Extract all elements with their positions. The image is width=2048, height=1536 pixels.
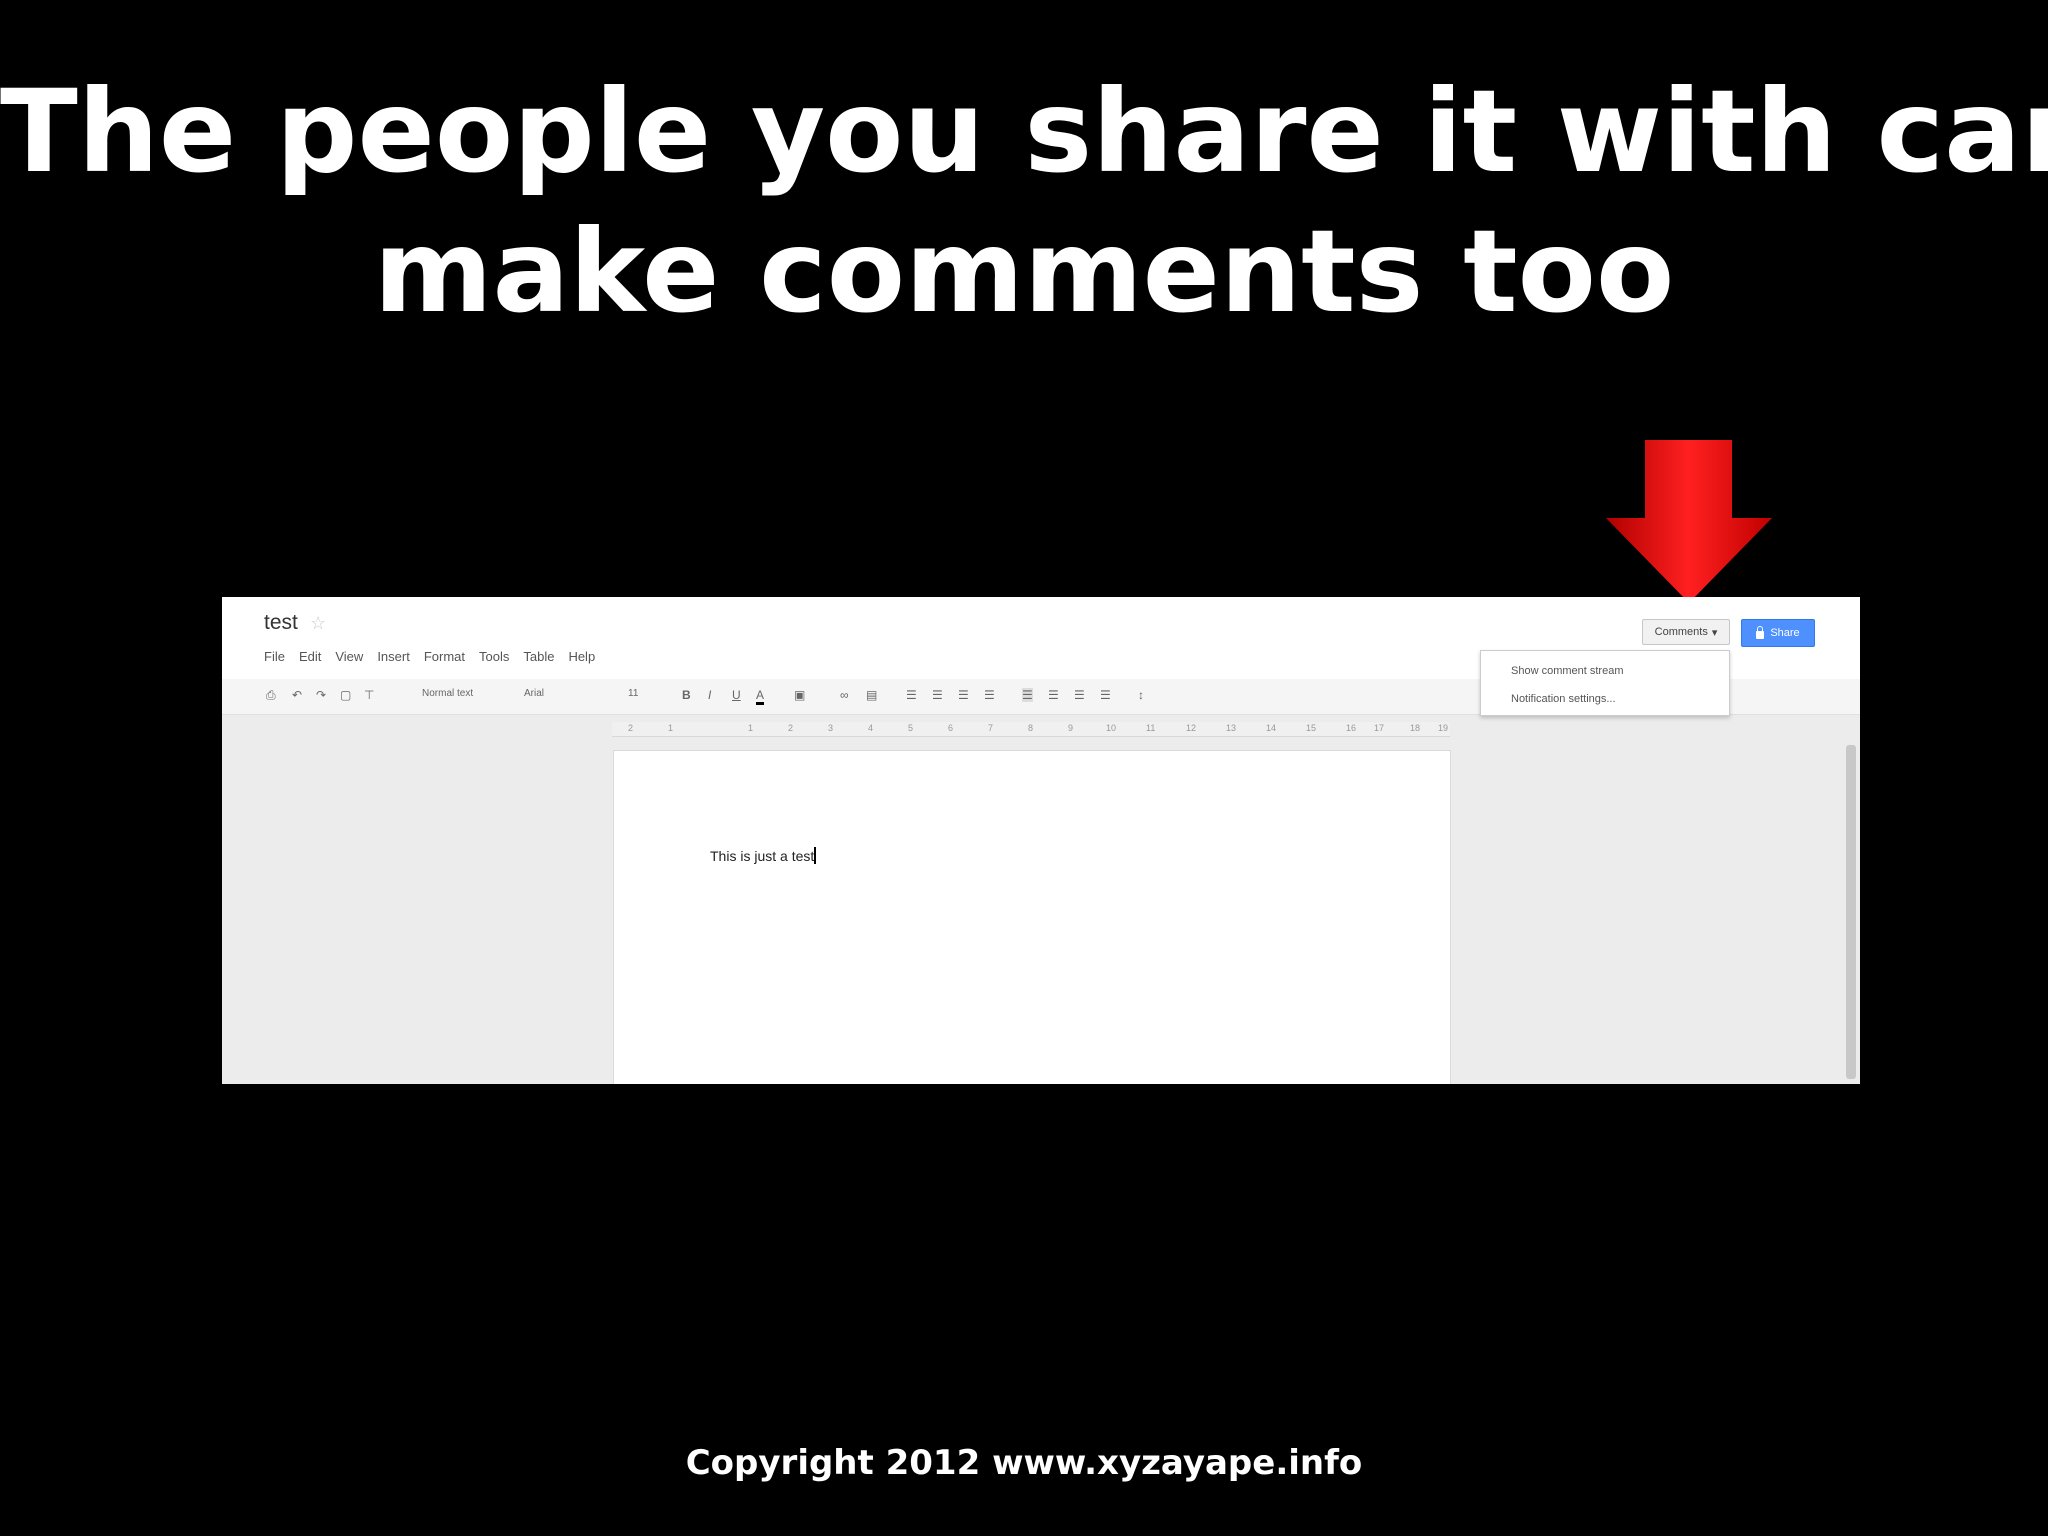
ruler-tick: 18 (1410, 723, 1421, 733)
share-button-label: Share (1770, 627, 1800, 639)
numbered-list-icon[interactable]: ☰ (906, 688, 917, 702)
document-page[interactable]: This is just a test (613, 750, 1451, 1084)
comment-icon[interactable]: ▤ (866, 688, 877, 702)
menu-item-notification-settings[interactable]: Notification settings... (1511, 693, 1616, 705)
ruler-tick: 4 (868, 723, 874, 733)
undo-icon[interactable]: ↶ (292, 688, 302, 702)
chevron-down-icon: ▾ (1711, 626, 1718, 639)
slide-title-line-2: make comments too (373, 205, 1675, 338)
ruler-tick: 16 (1346, 723, 1357, 733)
align-right-icon[interactable]: ☰ (1074, 688, 1085, 702)
star-icon[interactable]: ☆ (310, 613, 326, 634)
style-select[interactable]: Normal text (422, 688, 473, 699)
bold-button[interactable]: B (682, 688, 691, 702)
align-center-icon[interactable]: ☰ (1048, 688, 1059, 702)
document-title[interactable]: test (264, 611, 298, 635)
font-size-select[interactable]: 11 (628, 688, 638, 699)
ruler-tick: 13 (1226, 723, 1237, 733)
menu-insert[interactable]: Insert (377, 649, 410, 664)
ruler-tick: 6 (948, 723, 954, 733)
ruler-tick: 19 (1438, 723, 1449, 733)
ruler-tick: 11 (1146, 723, 1156, 733)
ruler-tick: 8 (1028, 723, 1034, 733)
ruler-tick: 2 (788, 723, 794, 733)
redo-icon[interactable]: ↷ (316, 688, 326, 702)
align-justify-icon[interactable]: ☰ (1100, 688, 1111, 702)
ruler-tick: 3 (828, 723, 834, 733)
print-icon[interactable]: ⎙ (266, 688, 276, 703)
ruler-tick: 9 (1068, 723, 1074, 733)
line-spacing-icon[interactable]: ↕ (1138, 688, 1144, 702)
ruler-tick: 2 (628, 723, 634, 733)
underline-button[interactable]: U (732, 688, 741, 702)
italic-button[interactable]: I (708, 688, 711, 702)
menu-edit[interactable]: Edit (299, 649, 321, 664)
slide-title: The people you share it with can make co… (0, 62, 2048, 342)
menu-tools[interactable]: Tools (479, 649, 509, 664)
ruler-tick: 12 (1186, 723, 1197, 733)
paint-format-icon[interactable]: ⊤ (364, 688, 374, 702)
share-button[interactable]: Share (1741, 619, 1815, 647)
body-text: This is just a test (710, 848, 815, 864)
decrease-indent-icon[interactable]: ☰ (958, 688, 969, 702)
red-down-arrow-icon (1606, 440, 1772, 603)
comments-button[interactable]: Comments ▾ (1642, 619, 1730, 645)
align-left-icon[interactable]: ☰ (1022, 688, 1033, 702)
google-docs-screenshot: test ☆ File Edit View Insert Format Tool… (222, 597, 1860, 1084)
ruler-tick: 10 (1106, 723, 1117, 733)
menu-help[interactable]: Help (568, 649, 595, 664)
ruler-tick: 7 (988, 723, 994, 733)
paste-icon[interactable]: ▢ (340, 688, 351, 702)
ruler-tick: 17 (1374, 723, 1385, 733)
link-icon[interactable]: ∞ (840, 688, 849, 702)
highlight-icon[interactable]: ▣ (794, 688, 805, 702)
menu-view[interactable]: View (335, 649, 363, 664)
ruler-tick: 15 (1306, 723, 1317, 733)
font-select[interactable]: Arial (524, 688, 544, 699)
ruler-tick: 14 (1266, 723, 1277, 733)
ruler-tick: 1 (668, 723, 674, 733)
copyright-footer: Copyright 2012 www.xyzayape.info (685, 1443, 1363, 1483)
comments-dropdown-menu: Show comment stream Notification setting… (1480, 650, 1730, 716)
lock-icon (1756, 625, 1765, 639)
menu-table[interactable]: Table (523, 649, 554, 664)
menu-item-show-comment-stream[interactable]: Show comment stream (1511, 665, 1623, 677)
slide-title-line-1: The people you share it with can (0, 65, 2048, 198)
menu-bar: File Edit View Insert Format Tools Table… (264, 649, 595, 664)
menu-file[interactable]: File (264, 649, 285, 664)
increase-indent-icon[interactable]: ☰ (984, 688, 995, 702)
vertical-scrollbar[interactable] (1846, 745, 1856, 1079)
ruler[interactable]: 2 1 1 2 3 4 5 6 7 8 9 10 11 12 13 14 15 … (612, 722, 1450, 737)
text-cursor (814, 847, 817, 864)
text-color-button[interactable]: A (756, 688, 765, 705)
ruler-tick: 1 (748, 723, 754, 733)
bulleted-list-icon[interactable]: ☰ (932, 688, 943, 702)
comments-button-label: Comments (1654, 626, 1708, 638)
menu-format[interactable]: Format (424, 649, 465, 664)
document-body-text[interactable]: This is just a test (710, 847, 817, 864)
ruler-tick: 5 (908, 723, 914, 733)
